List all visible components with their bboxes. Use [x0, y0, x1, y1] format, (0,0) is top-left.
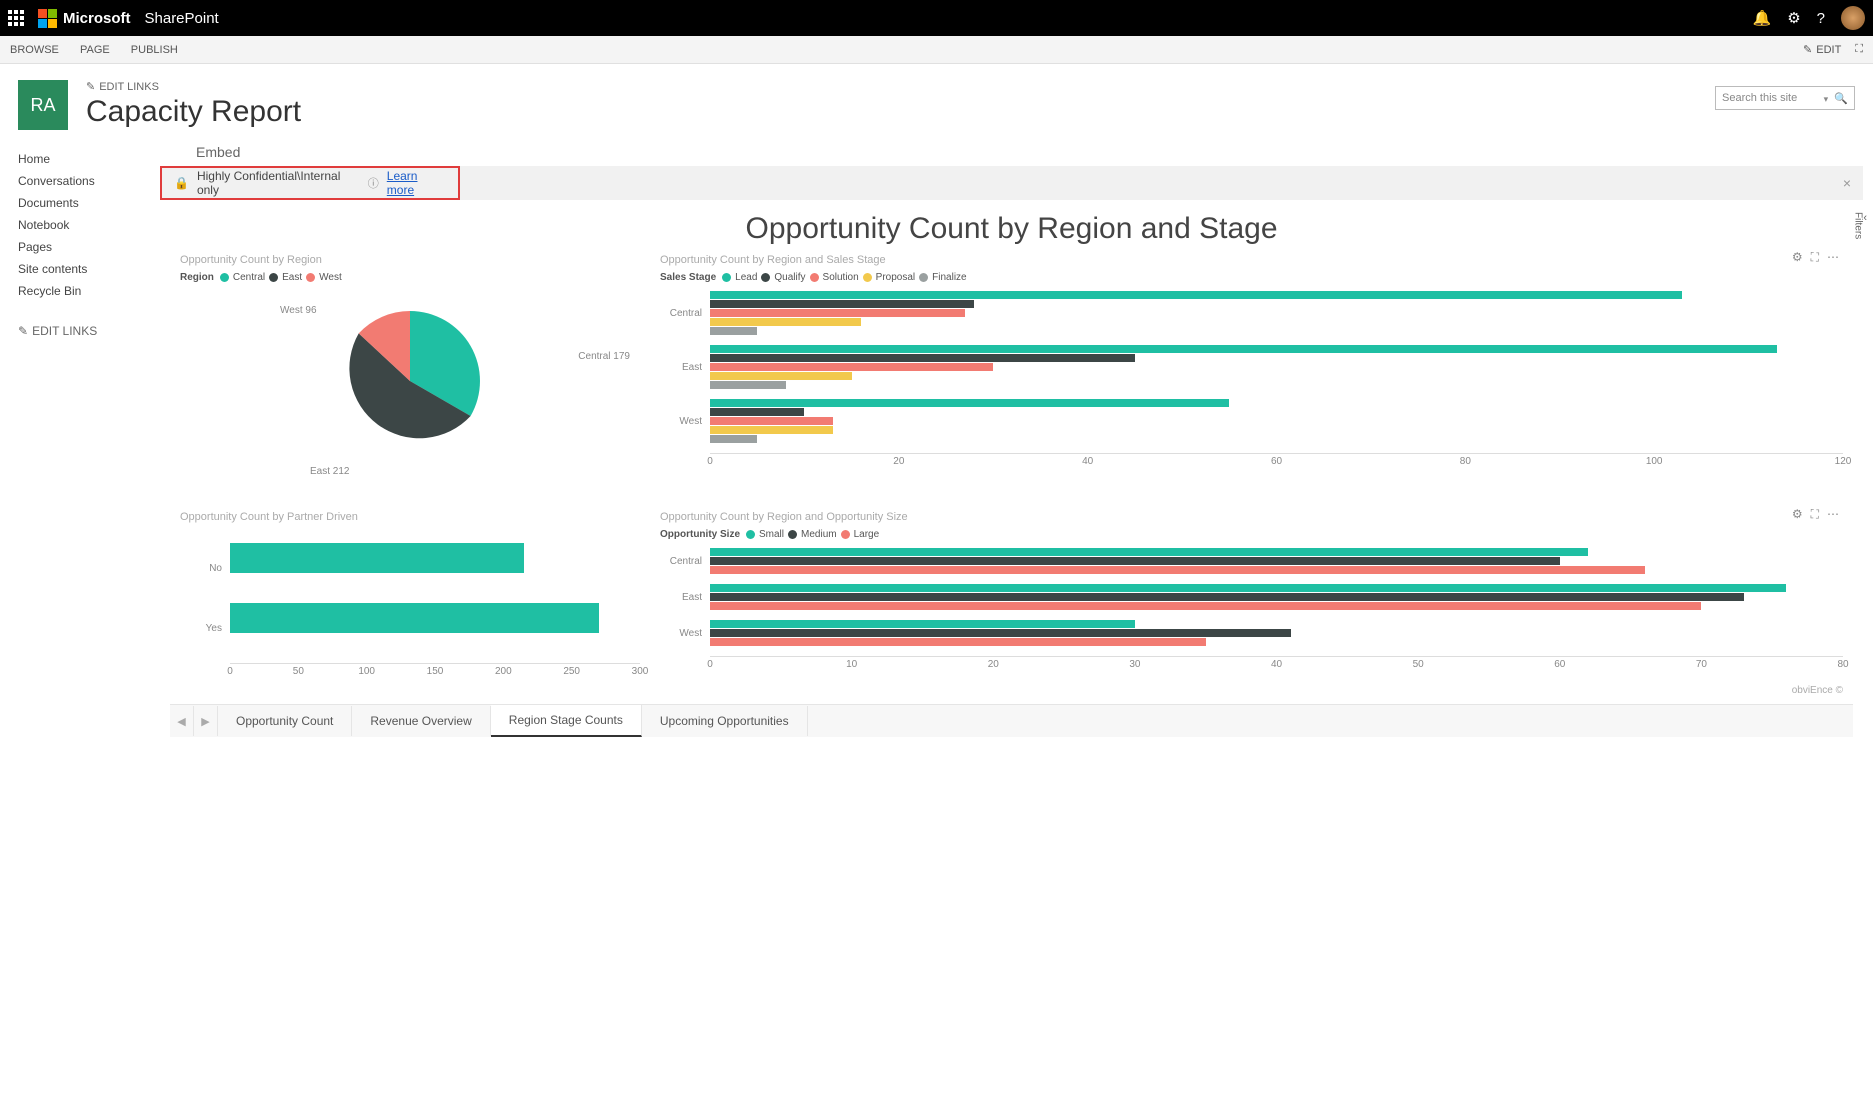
fullscreen-icon[interactable]: ⛶ — [1855, 43, 1863, 56]
global-topbar: Microsoft SharePoint 🔔 ⚙ ? — [0, 0, 1873, 36]
webpart-title: Embed — [196, 144, 1863, 160]
app-name[interactable]: SharePoint — [145, 10, 219, 27]
more-icon[interactable]: ⋯ — [1827, 250, 1839, 265]
help-icon[interactable]: ? — [1817, 10, 1825, 27]
legend: Sales Stage Lead Qualify Solution Propos… — [660, 272, 1843, 283]
tab-upcoming-opportunities[interactable]: Upcoming Opportunities — [642, 706, 808, 736]
viz-bar-stage[interactable]: ⚙ ⛶ ⋯ Opportunity Count by Region and Sa… — [660, 254, 1843, 471]
ribbon-tab-publish[interactable]: PUBLISH — [131, 44, 178, 56]
nav-notebook[interactable]: Notebook — [18, 214, 150, 236]
pie-label-east: East 212 — [310, 466, 349, 477]
more-icon[interactable]: ⋯ — [1827, 507, 1839, 522]
viz-bar-size[interactable]: ⚙ ⛶ ⋯ Opportunity Count by Region and Op… — [660, 511, 1843, 679]
pencil-icon: ✎ — [1803, 43, 1812, 56]
viz-bar-partner[interactable]: Opportunity Count by Partner Driven NoYe… — [180, 511, 640, 679]
nav-edit-links[interactable]: ✎EDIT LINKS — [18, 320, 150, 342]
filters-pane-toggle[interactable]: ‹Filters — [1850, 206, 1869, 245]
nav-conversations[interactable]: Conversations — [18, 170, 150, 192]
viz-title: Opportunity Count by Region and Sales St… — [660, 254, 1843, 266]
search-placeholder: Search this site — [1722, 92, 1797, 104]
sensitivity-label: Highly Confidential\Internal only — [197, 169, 360, 197]
main-content: Embed × 🔒 Highly Confidential\Internal o… — [150, 140, 1873, 747]
legend: Region Central East West — [180, 272, 640, 283]
viz-pie-region[interactable]: Opportunity Count by Region Region Centr… — [180, 254, 640, 471]
report-title: Opportunity Count by Region and Stage — [160, 212, 1863, 246]
learn-more-link[interactable]: Learn more — [387, 169, 446, 197]
report-tabs: ◀ ▶ Opportunity Count Revenue Overview R… — [170, 704, 1853, 737]
user-avatar[interactable] — [1841, 6, 1865, 30]
app-launcher-icon[interactable] — [8, 10, 24, 26]
left-nav: Home Conversations Documents Notebook Pa… — [0, 140, 150, 747]
chevron-down-icon[interactable]: ▾ — [1824, 94, 1829, 104]
powerbi-report: ‹Filters Opportunity Count by Region and… — [160, 212, 1863, 737]
sensitivity-banner: 🔒 Highly Confidential\Internal only ⓘ Le… — [160, 166, 460, 200]
chevron-left-icon: ‹ — [1863, 212, 1867, 224]
nav-pages[interactable]: Pages — [18, 236, 150, 258]
nav-documents[interactable]: Documents — [18, 192, 150, 214]
viz-title: Opportunity Count by Partner Driven — [180, 511, 640, 523]
viz-title: Opportunity Count by Region — [180, 254, 640, 266]
viz-toolbar: ⚙ ⛶ ⋯ — [1792, 250, 1839, 265]
nav-site-contents[interactable]: Site contents — [18, 258, 150, 280]
ribbon-tab-page[interactable]: PAGE — [80, 44, 110, 56]
filter-icon[interactable]: ⚙ — [1792, 507, 1803, 522]
pie-chart — [335, 306, 485, 456]
viz-toolbar: ⚙ ⛶ ⋯ — [1792, 507, 1839, 522]
tab-prev-button[interactable]: ◀ — [170, 706, 194, 736]
edit-page-button[interactable]: ✎EDIT — [1803, 43, 1841, 56]
ribbon-tab-browse[interactable]: BROWSE — [10, 44, 59, 56]
sensitivity-icon: 🔒 — [174, 176, 189, 190]
notifications-icon[interactable]: 🔔 — [1753, 9, 1772, 27]
tab-next-button[interactable]: ▶ — [194, 706, 218, 736]
tab-revenue-overview[interactable]: Revenue Overview — [352, 706, 490, 736]
search-input[interactable]: Search this site ▾ 🔍 — [1715, 86, 1855, 110]
tab-opportunity-count[interactable]: Opportunity Count — [218, 706, 352, 736]
settings-icon[interactable]: ⚙ — [1787, 9, 1800, 27]
brand-text: Microsoft — [63, 10, 131, 27]
tab-region-stage-counts[interactable]: Region Stage Counts — [491, 705, 642, 737]
focus-icon[interactable]: ⛶ — [1811, 250, 1819, 265]
page-title: Capacity Report — [86, 95, 1697, 129]
pie-label-central: Central 179 — [578, 351, 630, 362]
attribution: obviEnce © — [160, 679, 1863, 698]
site-logo[interactable]: RA — [18, 80, 68, 130]
close-icon[interactable]: × — [1843, 175, 1851, 191]
viz-title: Opportunity Count by Region and Opportun… — [660, 511, 1843, 523]
pencil-icon: ✎ — [18, 324, 28, 338]
edit-links-top[interactable]: ✎EDIT LINKS — [86, 80, 1697, 93]
search-icon[interactable]: 🔍 — [1834, 93, 1848, 105]
pencil-icon: ✎ — [86, 80, 95, 93]
focus-icon[interactable]: ⛶ — [1811, 507, 1819, 522]
microsoft-logo: Microsoft — [38, 9, 131, 28]
nav-home[interactable]: Home — [18, 148, 150, 170]
ribbon-bar: BROWSE PAGE PUBLISH ✎EDIT ⛶ — [0, 36, 1873, 64]
pie-label-west: West 96 — [280, 305, 317, 316]
filter-icon[interactable]: ⚙ — [1792, 250, 1803, 265]
legend: Opportunity Size Small Medium Large — [660, 529, 1843, 540]
nav-recycle-bin[interactable]: Recycle Bin — [18, 280, 150, 302]
info-icon[interactable]: ⓘ — [368, 175, 379, 191]
page-header: RA ✎EDIT LINKS Capacity Report Search th… — [0, 64, 1873, 140]
